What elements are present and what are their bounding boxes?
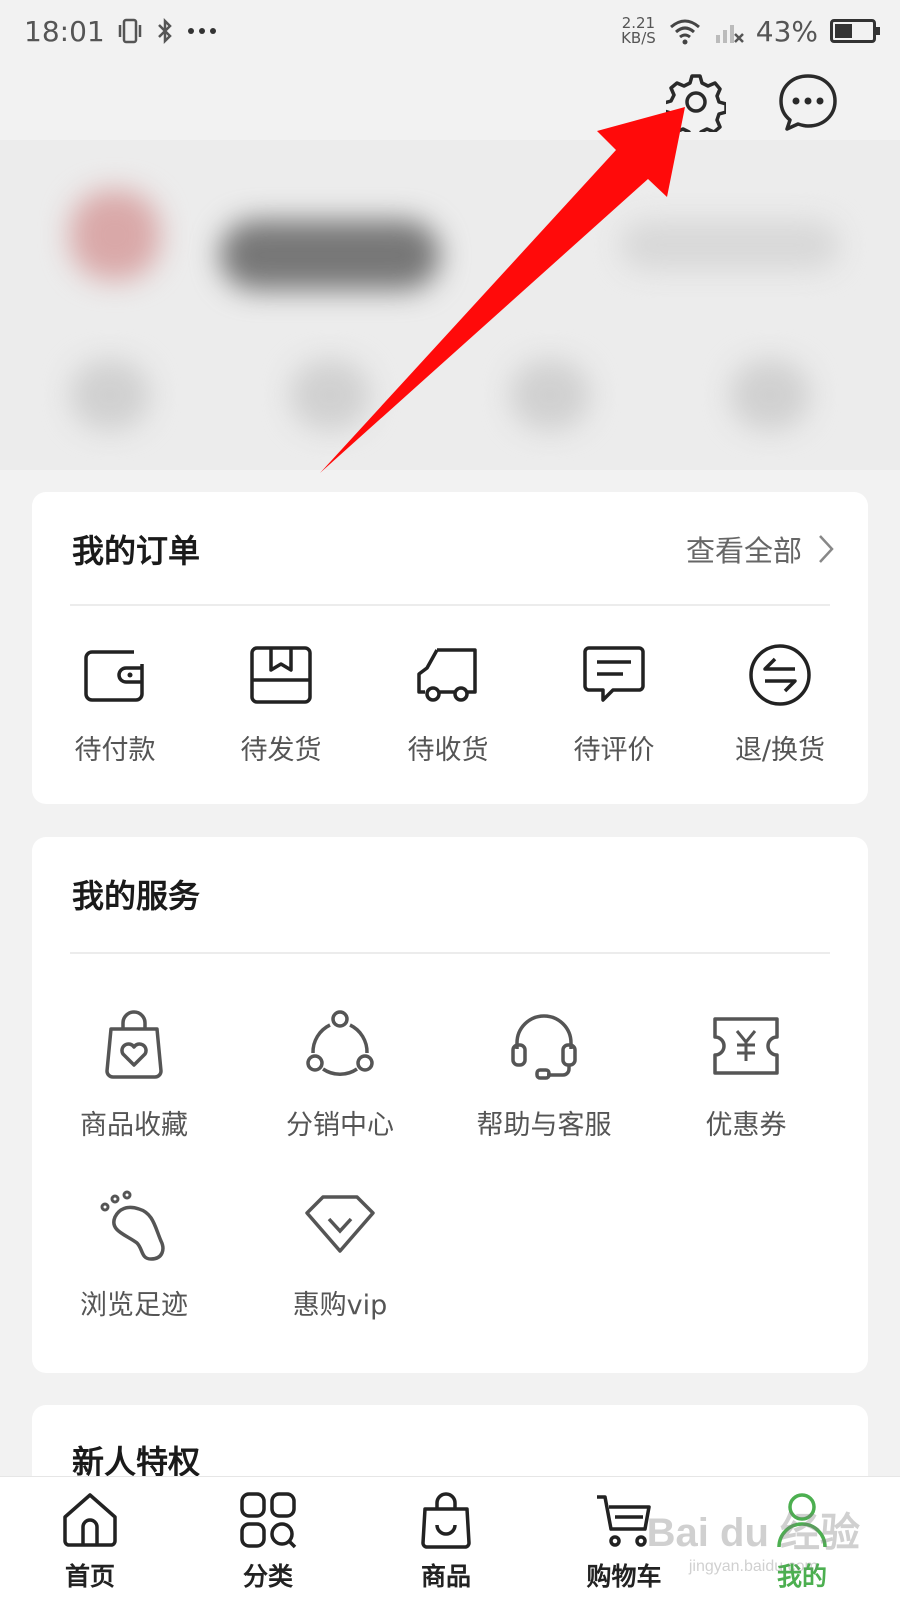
order-pending-payment[interactable]: 待付款 xyxy=(35,642,195,767)
order-label: 待发货 xyxy=(240,735,322,766)
bluetooth-icon xyxy=(157,17,172,45)
stat-blurred-1 xyxy=(70,360,150,430)
coupon-icon xyxy=(713,1017,779,1075)
order-pending-shipment[interactable]: 待发货 xyxy=(201,642,361,767)
nav-category[interactable]: 分类 xyxy=(193,1489,343,1593)
orders-title: 我的订单 xyxy=(72,532,201,570)
service-distribution-center[interactable]: 分销中心 xyxy=(240,1009,440,1142)
category-icon xyxy=(240,1492,297,1549)
package-icon xyxy=(250,646,312,704)
view-all-label: 查看全部 xyxy=(685,534,802,568)
footprint-icon xyxy=(100,1190,165,1261)
avatar xyxy=(70,190,160,280)
service-label: 浏览足迹 xyxy=(80,1290,188,1321)
chat-bubble-icon xyxy=(779,74,837,131)
headset-icon xyxy=(511,1014,577,1080)
more-dots-icon xyxy=(187,28,216,34)
nav-home[interactable]: 首页 xyxy=(15,1489,165,1593)
profile-header-blurred xyxy=(0,140,900,470)
order-label: 待收货 xyxy=(407,735,489,766)
view-all-orders-link[interactable]: 查看全部 xyxy=(686,528,836,570)
message-button[interactable] xyxy=(778,72,838,132)
service-coupons[interactable]: 优惠券 xyxy=(646,1009,846,1142)
nav-label: 首页 xyxy=(64,1562,115,1591)
settings-button[interactable] xyxy=(662,72,728,141)
nav-label: 商品 xyxy=(420,1562,471,1591)
service-vip[interactable]: 惠购vip xyxy=(240,1189,440,1322)
order-label: 待评价 xyxy=(573,735,655,766)
services-card: 我的服务 商品收藏 分销中心 帮助与客服 优惠券 浏览足迹 惠购vip xyxy=(32,837,868,1373)
gear-icon xyxy=(662,74,728,141)
shopping-bag-icon xyxy=(421,1492,471,1549)
stat-blurred-2 xyxy=(290,360,370,430)
nav-label: 分类 xyxy=(242,1562,293,1591)
orders-card: 我的订单 查看全部 待付款 待发货 待收货 待评价 退/换货 xyxy=(32,492,868,804)
order-return-exchange[interactable]: 退/换货 xyxy=(700,642,860,767)
username-blurred xyxy=(220,220,440,290)
services-divider xyxy=(70,952,830,954)
status-left: 18:01 xyxy=(24,15,217,48)
service-label: 优惠券 xyxy=(705,1110,787,1141)
wifi-icon xyxy=(669,19,700,45)
exchange-icon xyxy=(749,644,811,706)
watermark: Bai du 经验 jingyan.baidu.com xyxy=(647,1500,860,1576)
status-time: 18:01 xyxy=(24,14,105,48)
nav-products[interactable]: 商品 xyxy=(371,1489,521,1593)
home-icon xyxy=(63,1493,117,1547)
orders-divider xyxy=(70,604,830,606)
comment-icon xyxy=(583,646,645,702)
order-pending-review[interactable]: 待评价 xyxy=(534,642,694,767)
wallet-icon xyxy=(84,650,144,702)
net-speed-unit: KB/S xyxy=(621,29,656,47)
battery-icon xyxy=(830,19,880,43)
favorite-bag-icon xyxy=(105,1010,163,1079)
network-speed: 2.21 KB/S xyxy=(621,16,656,46)
status-right: 2.21 KB/S 43% xyxy=(621,14,880,48)
signal-icon xyxy=(715,25,744,43)
order-pending-receipt[interactable]: 待收货 xyxy=(368,642,528,767)
order-label: 退/换货 xyxy=(734,735,826,766)
order-label: 待付款 xyxy=(74,735,156,766)
status-bar: 18:01 2.21 KB/S 43% xyxy=(0,0,900,62)
stat-blurred-3 xyxy=(510,360,590,430)
stat-blurred-4 xyxy=(730,360,810,430)
service-browsing-history[interactable]: 浏览足迹 xyxy=(34,1189,234,1322)
battery-percent: 43% xyxy=(755,14,818,48)
watermark-logo-text: Bai du 经验 xyxy=(646,1511,860,1555)
diamond-icon xyxy=(305,1195,375,1253)
service-label: 商品收藏 xyxy=(80,1110,188,1141)
service-label: 分销中心 xyxy=(286,1110,394,1141)
profile-meta-blurred xyxy=(620,220,840,270)
service-label: 惠购vip xyxy=(292,1290,388,1321)
service-label: 帮助与客服 xyxy=(476,1110,612,1141)
share-network-icon xyxy=(306,1010,374,1077)
service-help-support[interactable]: 帮助与客服 xyxy=(444,1009,644,1142)
services-title: 我的服务 xyxy=(72,877,201,915)
watermark-url: jingyan.baidu.com xyxy=(688,1558,818,1575)
chevron-right-icon xyxy=(819,535,834,563)
truck-icon xyxy=(417,648,477,702)
vibrate-icon xyxy=(118,18,141,44)
service-favorites[interactable]: 商品收藏 xyxy=(34,1009,234,1142)
